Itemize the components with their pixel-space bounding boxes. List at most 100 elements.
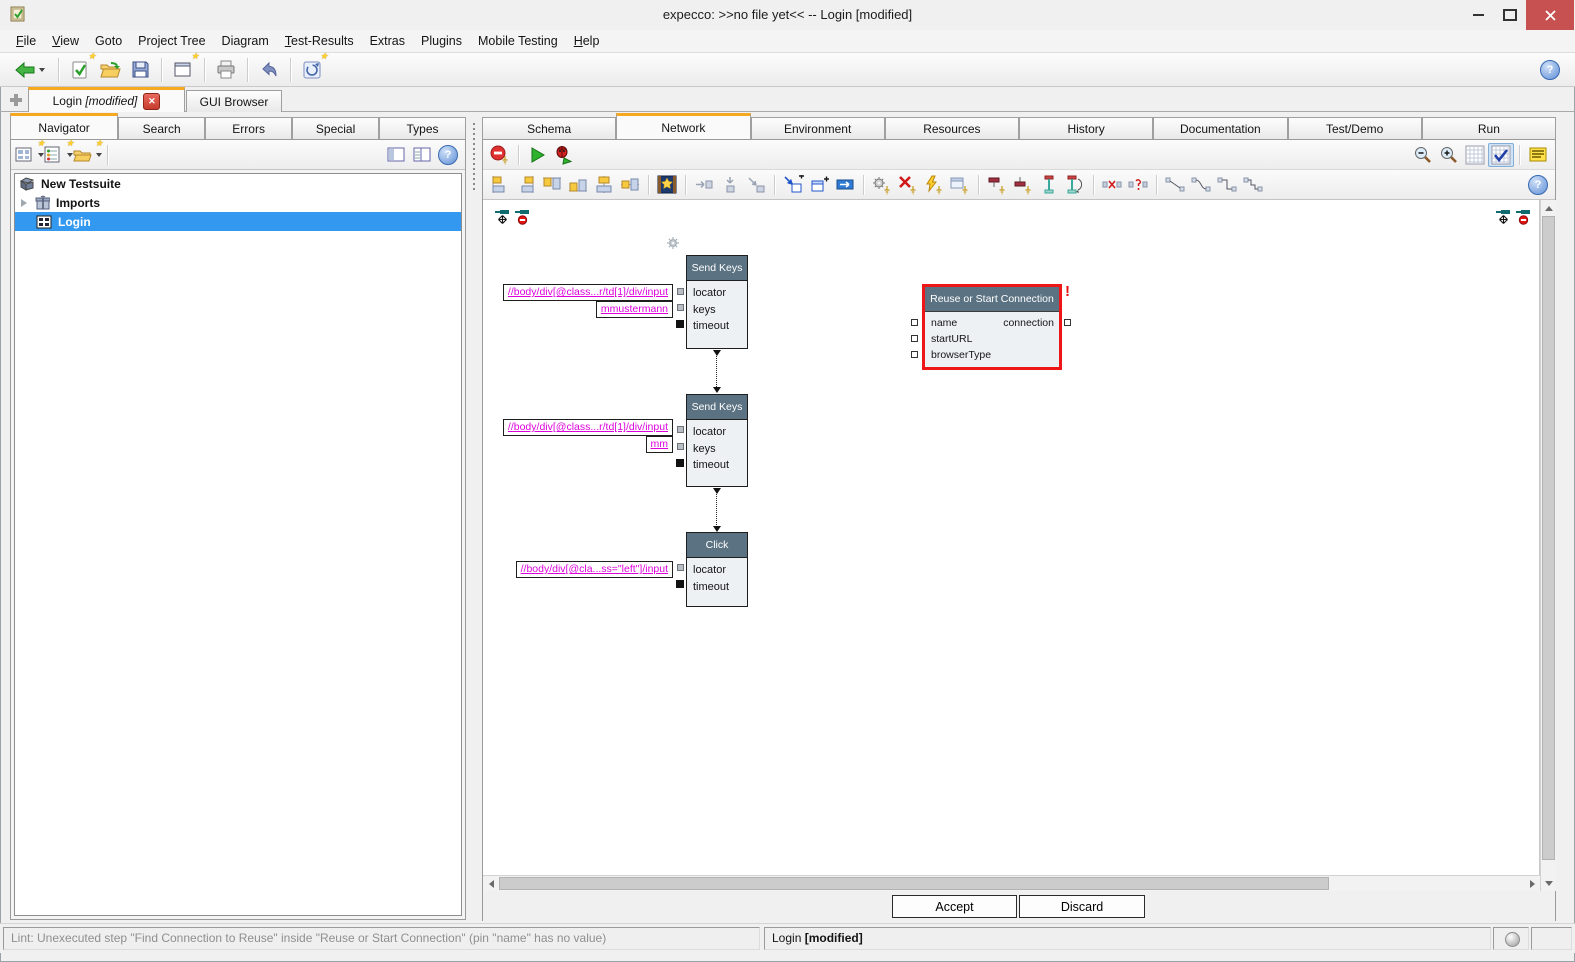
pin-locator[interactable]: locator: [693, 424, 747, 441]
align-left-button[interactable]: [487, 173, 513, 197]
maximize-button[interactable]: [1494, 0, 1526, 30]
gear-icon[interactable]: [666, 236, 680, 250]
canvas-hscrollbar[interactable]: [483, 875, 1540, 892]
tab-errors[interactable]: Errors: [205, 117, 292, 139]
add-pin-button[interactable]: [806, 173, 832, 197]
show-log-button[interactable]: [1525, 143, 1551, 167]
tab-documentation[interactable]: Documentation: [1153, 117, 1287, 139]
line-tree-button[interactable]: [1240, 173, 1266, 197]
menu-extras[interactable]: Extras: [362, 30, 413, 53]
menu-mobile-testing[interactable]: Mobile Testing: [470, 30, 566, 53]
new-testsuite-button[interactable]: ★: [65, 56, 95, 84]
scroll-right-button[interactable]: [1525, 876, 1540, 891]
auto-layout-button[interactable]: [654, 173, 680, 197]
tab-navigator[interactable]: Navigator: [10, 113, 118, 139]
tab-resources[interactable]: Resources: [885, 117, 1019, 139]
pin-connector[interactable]: [676, 580, 684, 588]
tree-item-login[interactable]: Login: [15, 212, 461, 231]
align-right-button[interactable]: [513, 173, 539, 197]
connection-line[interactable]: [716, 490, 717, 525]
pin-keys[interactable]: keys: [693, 441, 747, 458]
align-top-button[interactable]: [539, 173, 565, 197]
close-button[interactable]: [1526, 0, 1574, 30]
reconnect-pins-button[interactable]: [1125, 173, 1151, 197]
align-center-v-button[interactable]: [617, 173, 643, 197]
add-constant-button[interactable]: [832, 173, 858, 197]
tab-special[interactable]: Special: [292, 117, 379, 139]
pin-connector[interactable]: [911, 351, 918, 358]
pin-connector[interactable]: [676, 320, 684, 328]
pin-connector[interactable]: [911, 319, 918, 326]
open-button[interactable]: [95, 56, 125, 84]
line-orthogonal-button[interactable]: [1214, 173, 1240, 197]
tab-types[interactable]: Types: [379, 117, 466, 139]
step-settings-button[interactable]: [869, 173, 895, 197]
new-action-button[interactable]: ★: [44, 143, 73, 167]
single-pane-button[interactable]: [383, 143, 409, 167]
panel-splitter[interactable]: [466, 113, 482, 920]
new-tree-item-button[interactable]: ★: [15, 143, 44, 167]
input-pin-marker-icon[interactable]: [1495, 208, 1512, 226]
scroll-up-button[interactable]: [1541, 200, 1556, 215]
pin-timeout[interactable]: timeout: [693, 457, 747, 474]
pin-locator[interactable]: locator: [693, 562, 747, 579]
tab-gui-browser[interactable]: GUI Browser: [186, 90, 282, 112]
menu-plugins[interactable]: Plugins: [413, 30, 470, 53]
save-button[interactable]: [125, 56, 155, 84]
tab-run[interactable]: Run: [1422, 117, 1556, 139]
align-bottom-button[interactable]: [565, 173, 591, 197]
step-execute-button[interactable]: [921, 173, 947, 197]
block-send-keys-1[interactable]: Send Keys locator keys timeout: [686, 255, 748, 349]
tab-search[interactable]: Search: [118, 117, 205, 139]
scroll-left-button[interactable]: [483, 876, 498, 891]
connection-line[interactable]: [716, 352, 717, 387]
block-reuse-or-start-connection[interactable]: Reuse or Start Connection name startURL …: [922, 284, 1062, 370]
pin-starturl[interactable]: startURL: [931, 331, 1059, 347]
split-pane-button[interactable]: [409, 143, 435, 167]
menu-goto[interactable]: Goto: [87, 30, 130, 53]
title-bar[interactable]: expecco: >>no file yet<< -- Login [modif…: [0, 0, 1575, 31]
pin-connector[interactable]: [911, 335, 918, 342]
back-dropdown-icon[interactable]: [39, 68, 45, 75]
disconnect-pins-button[interactable]: [1099, 173, 1125, 197]
run-button[interactable]: [524, 143, 550, 167]
pin-connector[interactable]: [677, 426, 684, 433]
value-keys[interactable]: mmustermann: [596, 301, 673, 318]
vscroll-thumb[interactable]: [1542, 216, 1555, 860]
add-block-button[interactable]: [780, 173, 806, 197]
show-grid-button[interactable]: [1462, 143, 1488, 167]
value-keys[interactable]: mm: [646, 436, 674, 453]
value-locator[interactable]: //body/div[@class...r/td[1]/div/input: [503, 419, 673, 436]
input-pin-marker-icon[interactable]: [494, 208, 511, 226]
new-folder-button[interactable]: ★: [73, 143, 102, 167]
network-canvas[interactable]: Send Keys locator keys timeout //body/di…: [483, 200, 1540, 875]
pin-connector[interactable]: [1064, 319, 1071, 326]
insert-step-left-button[interactable]: [691, 173, 717, 197]
step-browser-button[interactable]: [947, 173, 973, 197]
debug-button[interactable]: [550, 143, 576, 167]
network-help-button[interactable]: [1525, 173, 1551, 197]
zoom-in-button[interactable]: [1436, 143, 1462, 167]
zoom-out-button[interactable]: [1410, 143, 1436, 167]
chevron-down-icon[interactable]: [96, 153, 102, 160]
line-direct-button[interactable]: [1162, 173, 1188, 197]
discard-button[interactable]: Discard: [1019, 895, 1145, 918]
align-center-h-button[interactable]: [591, 173, 617, 197]
move-pin-down-button[interactable]: [1010, 173, 1036, 197]
remove-breakpoints-button[interactable]: [487, 143, 513, 167]
distribute-rotate-button[interactable]: [1062, 173, 1088, 197]
pin-timeout[interactable]: timeout: [693, 318, 747, 335]
minimize-button[interactable]: [1462, 0, 1494, 30]
pin-connector[interactable]: [677, 443, 684, 450]
menu-test-results[interactable]: Test-Results: [277, 30, 362, 53]
menu-help[interactable]: Help: [566, 30, 608, 53]
undo-button[interactable]: [254, 56, 284, 84]
distribute-vertical-button[interactable]: [1036, 173, 1062, 197]
expander-icon[interactable]: [21, 199, 31, 207]
tab-schema[interactable]: Schema: [482, 117, 616, 139]
snap-to-grid-button[interactable]: [1488, 143, 1514, 167]
menu-diagram[interactable]: Diagram: [214, 30, 277, 53]
stop-pin-marker-icon[interactable]: [1515, 208, 1532, 226]
canvas-vscrollbar[interactable]: [1540, 200, 1556, 891]
stop-pin-marker-icon[interactable]: [514, 208, 531, 226]
